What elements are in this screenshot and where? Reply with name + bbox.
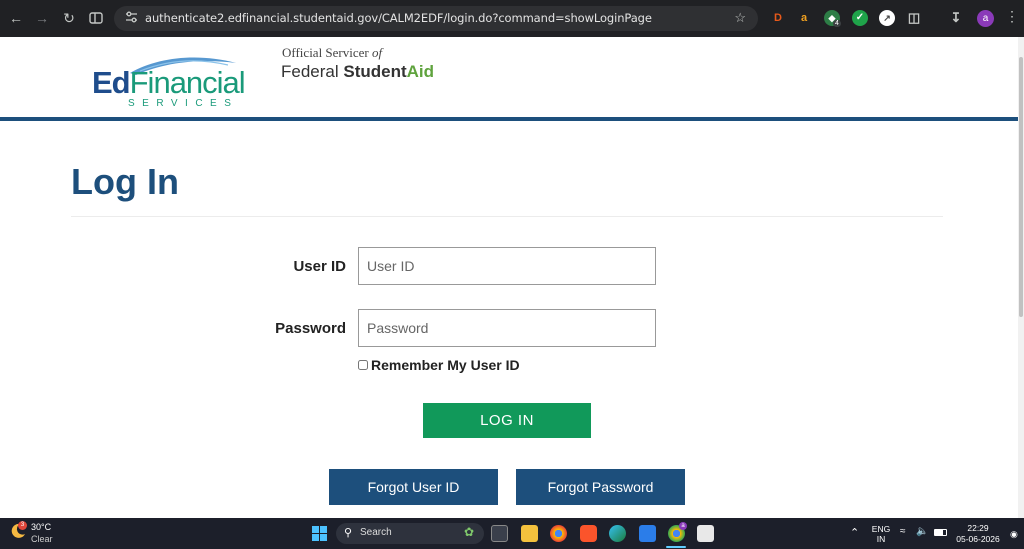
site-header: EdFinancial SERVICES Official Servicer o…: [0, 37, 1018, 117]
bookmark-star-icon[interactable]: ☆: [734, 10, 746, 26]
password-input[interactable]: [358, 309, 656, 347]
logo-ed: Ed: [92, 65, 131, 100]
reload-icon[interactable]: ↻: [60, 9, 78, 27]
weather-temperature[interactable]: 30°C: [31, 522, 51, 532]
fsa-federal: Federal: [281, 62, 344, 81]
clock-date: 05-06-2026: [956, 534, 1000, 544]
official-prefix: Official Servicer: [282, 45, 372, 60]
address-bar[interactable]: authenticate2.edfinancial.studentaid.gov…: [114, 6, 758, 31]
language-indicator[interactable]: ENG IN: [870, 524, 892, 544]
extension-d-icon[interactable]: D: [770, 10, 786, 26]
windows-start-icon[interactable]: [311, 525, 328, 542]
wifi-icon[interactable]: ≈: [900, 526, 906, 537]
extension-chart-icon[interactable]: ↗: [879, 10, 895, 26]
browser-toolbar: ← → ↻ authenticate2.edfinancial.studenta…: [0, 0, 1024, 37]
notepad-icon[interactable]: [639, 525, 656, 542]
system-clock[interactable]: 22:29 05-06-2026: [953, 523, 1003, 545]
remember-label[interactable]: Remember My User ID: [371, 357, 520, 373]
taskbar-search[interactable]: ⚲ Search ✿: [336, 523, 484, 544]
fsa-student: Student: [343, 62, 407, 81]
browser-menu-icon[interactable]: ⋮: [1005, 8, 1019, 25]
chrome-profile-badge: a: [679, 522, 687, 530]
brave-icon[interactable]: [580, 525, 597, 542]
login-button[interactable]: LOG IN: [423, 403, 591, 438]
page-title: Log In: [71, 161, 179, 202]
battery-icon[interactable]: [934, 529, 947, 536]
profile-avatar[interactable]: a: [977, 10, 994, 27]
speaker-muted-icon[interactable]: 🔈: [916, 526, 928, 537]
notification-bell-icon[interactable]: ◉: [1010, 529, 1018, 540]
remember-checkbox[interactable]: [358, 360, 368, 370]
weather-badge: 3: [18, 521, 27, 530]
login-page: EdFinancial SERVICES Official Servicer o…: [0, 37, 1018, 518]
search-plant-icon: ✿: [463, 525, 474, 539]
snipping-tool-icon[interactable]: [697, 525, 714, 542]
official-servicer-text: Official Servicer of: [282, 45, 382, 61]
edge-icon[interactable]: [609, 525, 626, 542]
fsa-aid: Aid: [406, 62, 435, 81]
lang-bottom: IN: [876, 534, 886, 544]
clock-time: 22:29: [967, 523, 989, 533]
back-arrow-icon[interactable]: ←: [7, 9, 25, 27]
scrollbar-thumb[interactable]: [1019, 57, 1023, 317]
tray-chevron-up-icon[interactable]: ⌃: [850, 526, 859, 539]
split-view-icon[interactable]: [87, 9, 105, 27]
page-scrollbar[interactable]: [1018, 37, 1024, 518]
downloads-icon[interactable]: ↧: [948, 10, 964, 26]
url-text[interactable]: authenticate2.edfinancial.studentaid.gov…: [145, 11, 652, 25]
official-of: of: [372, 45, 383, 60]
logo-wordmark: EdFinancial: [92, 65, 246, 101]
fsa-logo: Federal StudentAid: [281, 62, 434, 82]
forgot-password-button[interactable]: Forgot Password: [516, 469, 685, 505]
search-icon: ⚲: [344, 527, 353, 539]
lang-top: ENG: [871, 524, 891, 534]
logo-services: SERVICES: [128, 98, 239, 109]
user-id-input[interactable]: [358, 247, 656, 285]
extension-badge: 4: [833, 20, 841, 27]
file-explorer-icon[interactable]: [521, 525, 538, 542]
user-id-label: User ID: [293, 258, 346, 275]
weather-condition[interactable]: Clear: [31, 534, 53, 544]
search-label: Search: [360, 527, 392, 538]
forward-arrow-icon[interactable]: →: [33, 9, 51, 27]
extension-check-icon[interactable]: ✓: [852, 10, 868, 26]
active-app-indicator: [666, 546, 686, 548]
remember-user-id: Remember My User ID: [358, 357, 520, 373]
logo-financial: Financial: [129, 65, 246, 100]
edfinancial-logo[interactable]: EdFinancial SERVICES: [90, 51, 270, 111]
header-divider-bar: [0, 117, 1018, 121]
extensions-puzzle-icon[interactable]: ◫: [906, 10, 922, 26]
forgot-user-id-button[interactable]: Forgot User ID: [329, 469, 498, 505]
chrome-icon[interactable]: [550, 525, 567, 542]
windows-taskbar: 3 30°C Clear ⚲ Search ✿ a ⌃ ENG IN ≈ 🔈 2…: [0, 518, 1024, 549]
site-settings-icon[interactable]: [124, 11, 138, 25]
password-label: Password: [275, 320, 346, 337]
task-view-icon[interactable]: [491, 525, 508, 542]
title-divider: [71, 216, 943, 217]
extension-a-icon[interactable]: a: [796, 10, 812, 26]
